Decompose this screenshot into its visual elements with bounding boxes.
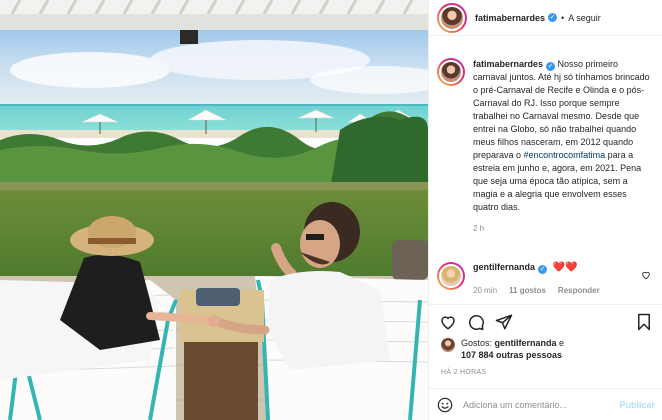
likes-prefix: Gostos:	[461, 338, 495, 348]
likes-summary: Gostos: gentilfernanda e 107 884 outras …	[441, 337, 564, 361]
likes-count-link[interactable]: 107 884 outras pessoas	[461, 350, 562, 360]
post-header: fatimabernardes ✓ • A seguir	[429, 0, 662, 36]
caption-time[interactable]: 2 h	[473, 222, 651, 235]
liker-username[interactable]: gentilfernanda	[495, 338, 557, 348]
separator-dot: •	[561, 12, 565, 23]
comment-input[interactable]	[463, 399, 603, 410]
author-username[interactable]: fatimabernardes	[475, 13, 545, 23]
reply-author-avatar[interactable]	[437, 262, 465, 290]
verified-badge-icon: ✓	[546, 62, 556, 71]
likes-connector: e	[556, 338, 565, 348]
caption-author-username[interactable]: fatimabernardes	[473, 59, 543, 69]
post-timestamp[interactable]: HÁ 2 HORAS	[441, 369, 486, 376]
comments-list[interactable]: fatimabernardes ✓ Nosso primeiro carnaval…	[429, 36, 662, 304]
caption-comment: fatimabernardes ✓ Nosso primeiro carnaval…	[437, 58, 651, 235]
reply-time[interactable]: 20 min	[473, 286, 497, 295]
heart-icon[interactable]	[439, 313, 457, 331]
reply-likes[interactable]: 11 gostos	[509, 286, 546, 295]
comment-icon[interactable]	[467, 313, 485, 331]
beach-couple-photo	[0, 0, 428, 420]
caption-author-avatar[interactable]	[437, 58, 465, 86]
reply-comment: gentilfernanda ✓ ❤️❤️ 20 min 11 gostos Re…	[437, 262, 659, 295]
like-comment-heart-icon[interactable]	[641, 270, 651, 280]
add-comment-bar: Publicar	[429, 388, 662, 420]
reply-button[interactable]: Responder	[558, 286, 600, 295]
reply-text: ❤️❤️	[552, 262, 578, 273]
emoji-icon[interactable]	[437, 397, 453, 413]
post-side-panel: fatimabernardes ✓ • A seguir fatimaberna…	[428, 0, 662, 420]
author-avatar[interactable]	[437, 2, 467, 33]
caption-text: Nosso primeiro carnaval juntos. Até hj s…	[473, 59, 650, 160]
bookmark-icon[interactable]	[635, 313, 653, 331]
liker-avatar[interactable]	[441, 338, 455, 352]
caption-hashtag-link[interactable]: #encontrocomfatima	[524, 150, 606, 160]
post-photo[interactable]	[0, 0, 428, 420]
verified-badge-icon: ✓	[538, 265, 548, 274]
post-actions: Gostos: gentilfernanda e 107 884 outras …	[429, 304, 662, 394]
publish-button[interactable]: Publicar	[619, 400, 655, 410]
follow-button[interactable]: A seguir	[568, 13, 601, 23]
reply-author-username[interactable]: gentilfernanda	[473, 262, 535, 272]
paper-plane-icon[interactable]	[495, 313, 513, 331]
verified-badge-icon: ✓	[548, 13, 558, 22]
